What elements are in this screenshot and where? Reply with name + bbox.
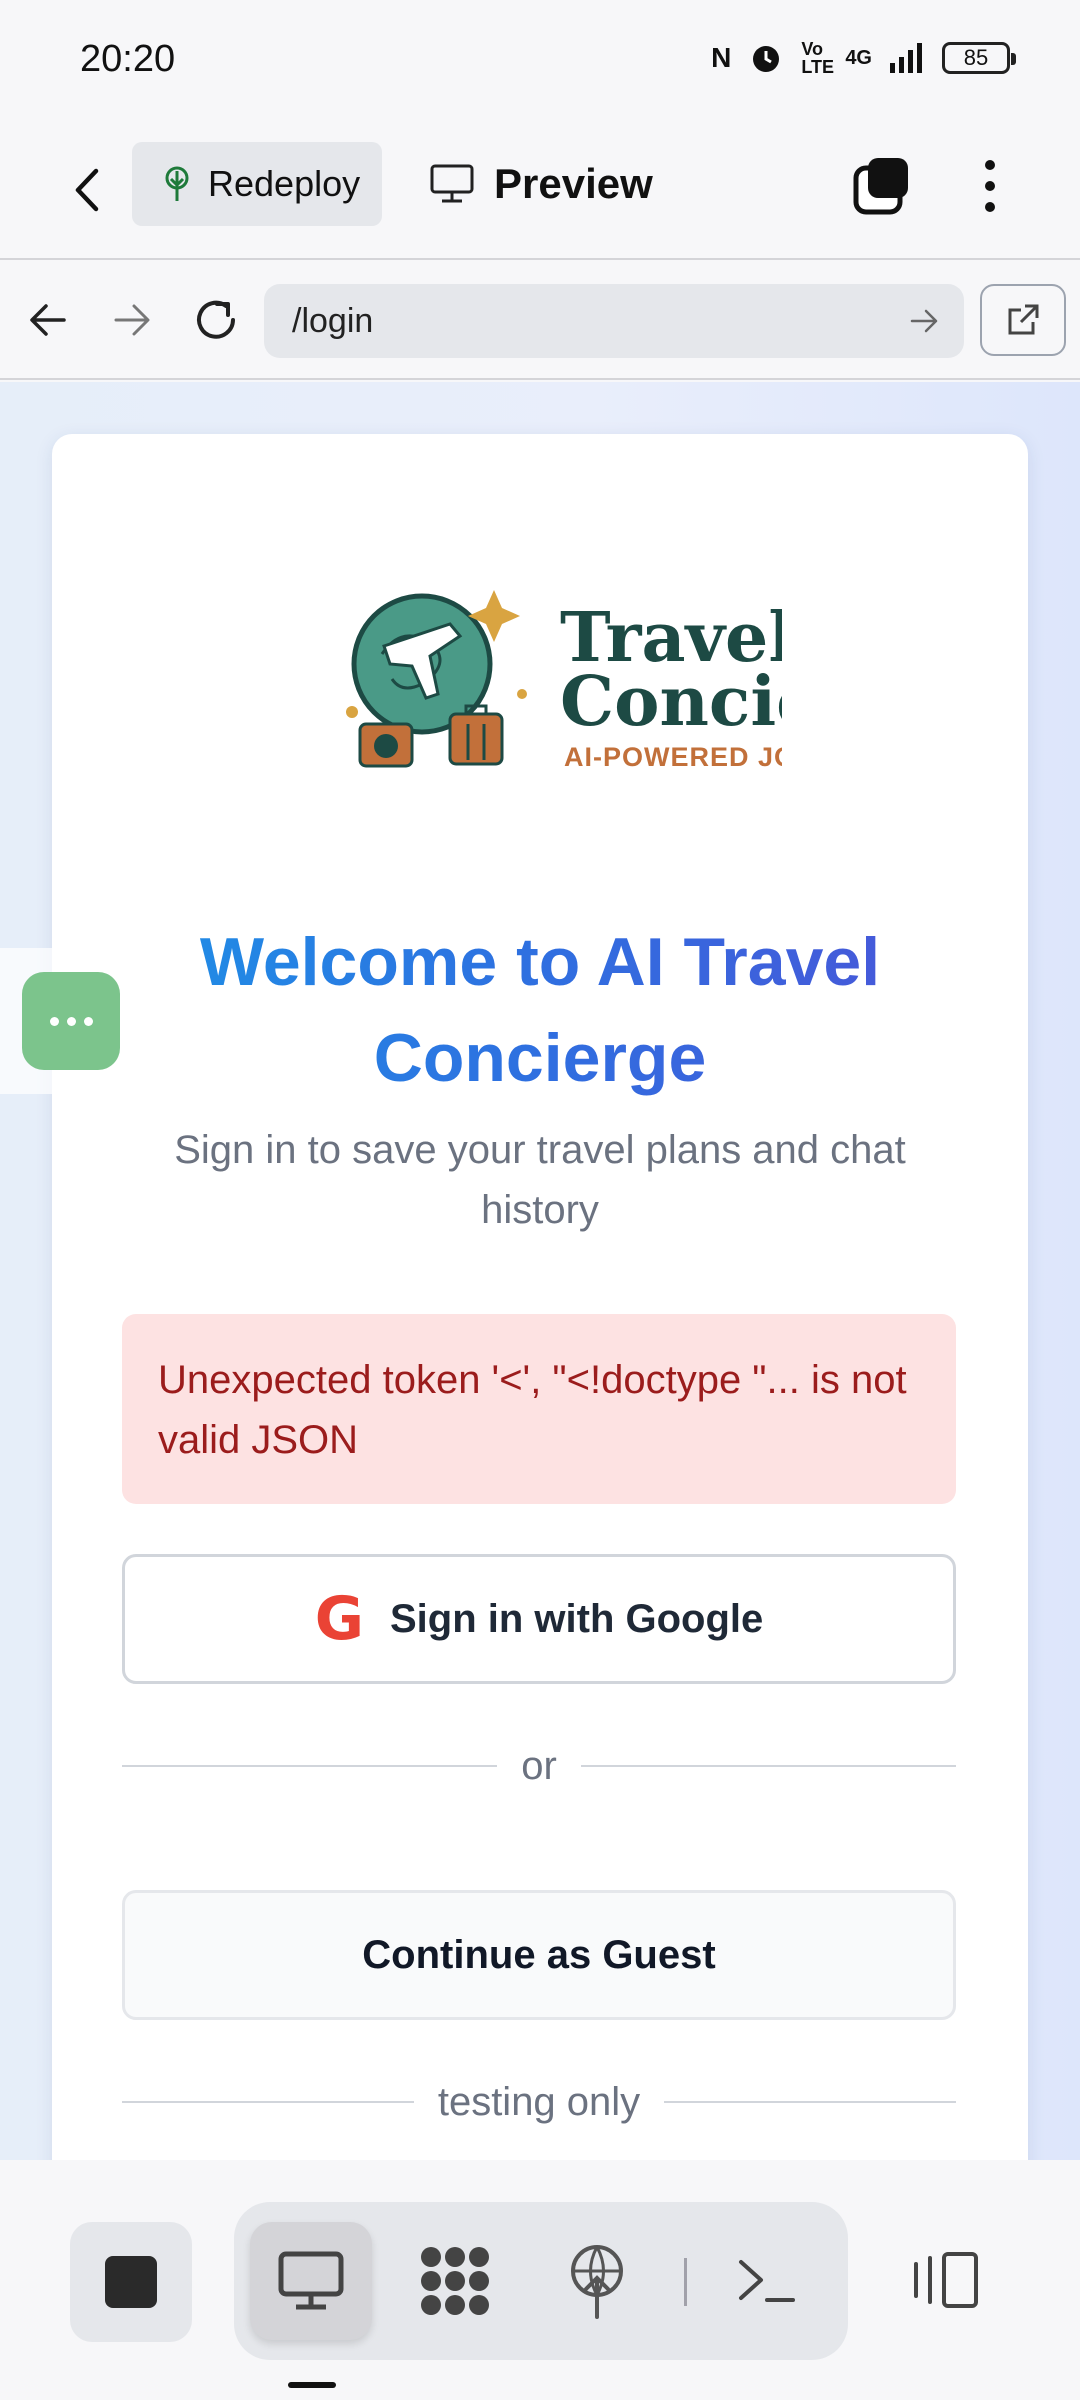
google-sign-in-button[interactable]: G Sign in with Google [122,1554,956,1684]
login-card: Travel Concie AI-POWERED JO Welcome to A… [52,434,1028,2160]
page-title: Welcome to AI Travel Concierge [112,914,968,1106]
signal-icon [890,43,922,73]
divider-line [122,1765,498,1767]
page-subtitle: Sign in to save your travel plans and ch… [174,1128,906,1232]
tool-apps[interactable] [394,2222,516,2340]
go-arrow-icon[interactable] [908,304,942,338]
preview-label: Preview [494,160,653,207]
side-panel-button[interactable] [904,2230,984,2330]
redeploy-label: Redeploy [208,163,361,204]
deploy-globe-icon [571,2245,623,2319]
terminal-icon [739,2260,795,2302]
stop-icon [105,2256,157,2308]
status-bar: 20:20 N Vo LTE 4G 85 [0,0,1080,120]
tab-preview[interactable]: Preview [430,142,653,226]
tool-separator [684,2258,687,2306]
logo-text: Travel Concie [560,598,782,742]
logo-tagline: AI-POWERED JO [564,742,782,772]
monitor-icon [278,2251,344,2310]
reload-button[interactable] [188,292,244,348]
logo-line-1: Travel [560,598,782,678]
reload-icon [197,300,235,339]
apps-icon [421,2247,489,2315]
status-time: 20:20 [80,38,176,80]
nav-forward-button[interactable] [104,292,160,348]
monitor-icon [430,164,474,203]
globe-logo-icon [346,590,527,768]
open-external-button[interactable] [980,284,1066,356]
testing-only-divider: testing only [122,2072,956,2132]
arrow-right-icon [114,304,150,336]
redeploy-button[interactable]: Redeploy [132,142,382,226]
tabs-button[interactable] [852,156,912,216]
google-icon: G [314,1584,364,1654]
battery-level: 85 [963,45,989,70]
floating-chat-button[interactable] [0,948,140,1094]
side-panel-icon [914,2252,978,2308]
back-button[interactable] [62,160,112,220]
back-chevron-icon [75,168,99,212]
nfc-icon: N [711,42,732,73]
divider-line [122,2101,414,2103]
network-type-icon: 4G [845,46,872,69]
or-label: or [521,1743,557,1788]
web-viewport: Travel Concie AI-POWERED JO Welcome to A… [0,382,1080,2160]
arrow-left-icon [30,304,66,336]
guest-button-label: Continue as Guest [362,1932,716,1977]
chat-dots-icon [22,972,120,1070]
divider-line [664,2101,956,2103]
logo: Travel Concie AI-POWERED JO [342,584,782,784]
stop-button[interactable] [70,2222,192,2342]
more-vertical-icon[interactable] [970,156,1010,216]
browser-bar: /login [0,262,1080,380]
redeploy-tree-icon [165,166,189,201]
nav-back-button[interactable] [20,292,76,348]
or-divider: or [122,1736,957,1796]
status-icons: N Vo LTE 4G 85 [711,39,1016,77]
tool-switcher [234,2202,848,2360]
google-sign-in-label: Sign in with Google [389,1596,764,1641]
bottom-toolbar [0,2160,1080,2400]
divider-line [580,1765,957,1767]
home-indicator [288,2382,336,2388]
battery-icon: 85 [942,42,1016,74]
logo-line-2: Concie [560,662,782,742]
volte-icon: Vo LTE [801,39,834,77]
testing-only-label: testing only [437,2079,641,2124]
error-message: Unexpected token '<', "<!doctype "... is… [122,1314,956,1504]
continue-as-guest-button[interactable]: Continue as Guest [122,1890,956,2020]
tabs-icon [853,158,908,215]
tool-terminal[interactable] [706,2222,828,2340]
open-external-icon [1008,304,1039,335]
url-text: /login [292,301,374,340]
alarm-icon [753,46,780,72]
app-toolbar: Redeploy Preview [0,120,1080,260]
tool-deploy[interactable] [536,2222,658,2340]
tool-preview[interactable] [250,2222,372,2340]
url-field[interactable]: /login [264,284,964,358]
